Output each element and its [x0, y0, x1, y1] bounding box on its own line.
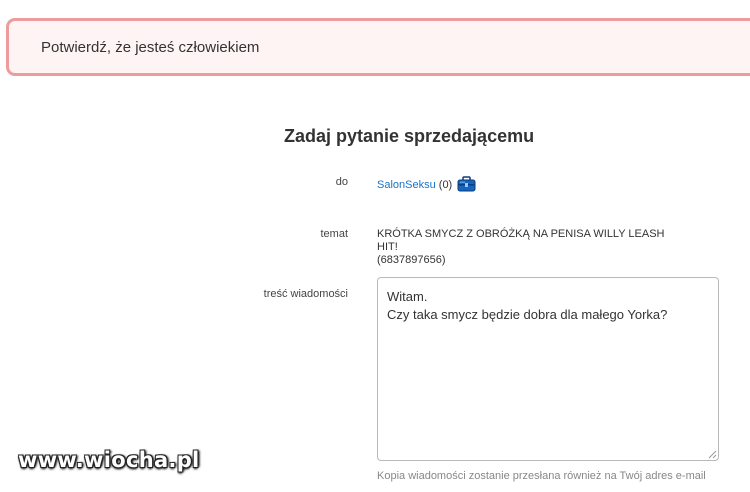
- briefcase-icon: [457, 176, 476, 192]
- copy-note: Kopia wiadomości zostanie przesłana równ…: [377, 470, 706, 482]
- seller-rating: (0): [438, 179, 453, 191]
- alert-text: Potwierdź, że jesteś człowiekiem: [41, 39, 260, 56]
- watermark: www.wiocha.pl: [18, 448, 200, 472]
- recipient-label: do: [335, 176, 348, 188]
- resize-grip-icon[interactable]: [708, 450, 717, 459]
- item-id: (6837897656): [377, 254, 446, 266]
- recipient-value: SalonSeksu (0): [377, 176, 476, 192]
- captcha-alert: Potwierdź, że jesteś człowiekiem: [6, 18, 750, 76]
- page: Potwierdź, że jesteś człowiekiem Zadaj p…: [0, 0, 750, 492]
- subject-label: temat: [320, 228, 348, 240]
- message-label: treść wiadomości: [263, 288, 348, 300]
- item-title: KRÓTKA SMYCZ Z OBRÓŻKĄ NA PENISA WILLY L…: [377, 228, 665, 253]
- seller-link[interactable]: SalonSeksu: [377, 179, 436, 191]
- message-textarea[interactable]: [377, 277, 719, 461]
- subject-value: KRÓTKA SMYCZ Z OBRÓŻKĄ NA PENISA WILLY L…: [377, 228, 667, 267]
- form-title: Zadaj pytanie sprzedającemu: [284, 126, 535, 146]
